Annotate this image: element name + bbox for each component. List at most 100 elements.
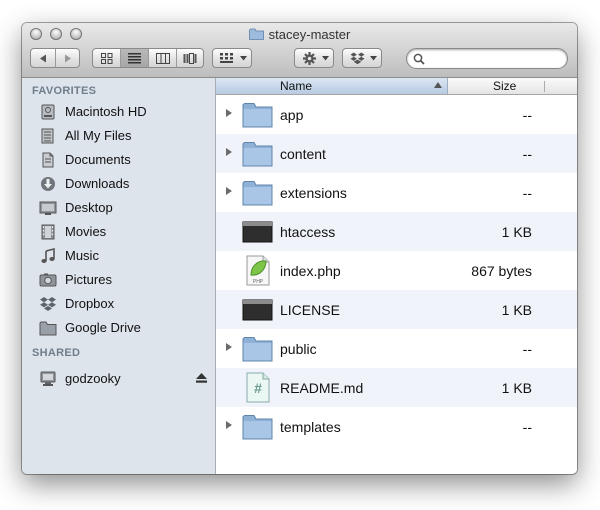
- sidebar-item-label: Macintosh HD: [65, 104, 147, 119]
- file-name: README.md: [280, 380, 364, 396]
- music-icon: [41, 248, 55, 263]
- documents-icon: [42, 152, 54, 168]
- file-row-app[interactable]: app --: [216, 95, 577, 134]
- file-size: 1 KB: [501, 380, 532, 396]
- folder-icon: [242, 415, 273, 440]
- sidebar-item-google-drive[interactable]: Google Drive: [22, 317, 215, 339]
- sidebar-item-macintosh-hd[interactable]: Macintosh HD: [22, 101, 215, 123]
- movies-icon: [41, 224, 55, 240]
- folder-icon: [242, 181, 273, 206]
- sidebar-item-desktop[interactable]: Desktop: [22, 197, 215, 219]
- window-title: stacey-master: [268, 27, 351, 43]
- size-column-header[interactable]: Size: [493, 79, 516, 93]
- disclosure-triangle[interactable]: [226, 187, 232, 195]
- chevron-down-icon: [240, 56, 247, 61]
- file-list: Name Size app -- content -- extensions -…: [216, 78, 577, 474]
- sidebar-item-label: Movies: [65, 224, 107, 239]
- sidebar-item-label: Dropbox: [65, 296, 115, 311]
- computer-icon: [40, 371, 56, 386]
- search-icon: [413, 53, 425, 65]
- file-row-public[interactable]: public --: [216, 329, 577, 368]
- file-row-htaccess[interactable]: htaccess 1 KB: [216, 212, 577, 251]
- arrange-button[interactable]: [212, 48, 252, 68]
- list-view-button[interactable]: [121, 49, 149, 67]
- icon-view-icon: [100, 52, 112, 64]
- chevron-down-icon: [322, 56, 329, 61]
- folder-icon: [39, 321, 57, 336]
- arrange-grid-icon: [220, 53, 233, 63]
- downloads-icon: [41, 177, 55, 191]
- back-button[interactable]: [31, 49, 56, 67]
- executable-file-icon: [242, 221, 273, 243]
- icon-view-button[interactable]: [93, 49, 121, 67]
- view-mode-control: [92, 48, 204, 68]
- sidebar-item-godzooky[interactable]: godzooky: [22, 368, 215, 390]
- sidebar: FAVORITES Macintosh HD All My Files Docu…: [22, 78, 216, 474]
- sidebar-item-downloads[interactable]: Downloads: [22, 173, 215, 195]
- sidebar-item-music[interactable]: Music: [22, 245, 215, 267]
- sidebar-item-label: Desktop: [65, 200, 113, 215]
- file-size: --: [522, 107, 532, 123]
- file-name: app: [280, 107, 304, 123]
- file-row-templates[interactable]: templates --: [216, 407, 577, 446]
- disclosure-triangle[interactable]: [226, 343, 232, 351]
- file-name: public: [280, 341, 317, 357]
- folder-icon: [242, 337, 273, 362]
- file-size: 867 bytes: [471, 263, 532, 279]
- sidebar-item-all-my-files[interactable]: All My Files: [22, 125, 215, 147]
- file-name: templates: [280, 419, 341, 435]
- toolbar: stacey-master: [22, 23, 577, 78]
- sidebar-item-documents[interactable]: Documents: [22, 149, 215, 171]
- folder-icon: [242, 103, 273, 128]
- dropbox-menu-button[interactable]: [342, 48, 382, 68]
- hard-drive-icon: [41, 104, 55, 120]
- sidebar-item-label: Google Drive: [65, 320, 141, 335]
- action-menu-button[interactable]: [294, 48, 334, 68]
- file-size: --: [522, 341, 532, 357]
- back-arrow-icon: [40, 54, 46, 62]
- file-name: index.php: [280, 263, 341, 279]
- sidebar-item-label: Documents: [65, 152, 131, 167]
- all-files-icon: [41, 128, 54, 144]
- file-size: --: [522, 146, 532, 162]
- sidebar-item-label: Pictures: [65, 272, 112, 287]
- file-row-index-php[interactable]: PHP index.php 867 bytes: [216, 251, 577, 290]
- finder-window: stacey-master FAVORITES Macintosh HD All…: [22, 23, 577, 474]
- sort-ascending-icon: [434, 82, 442, 88]
- favorites-heading: FAVORITES: [32, 85, 97, 97]
- cover-flow-button[interactable]: [177, 49, 204, 67]
- disclosure-triangle[interactable]: [226, 109, 232, 117]
- forward-arrow-icon: [65, 54, 71, 62]
- search-input[interactable]: [429, 51, 567, 68]
- column-divider: [544, 81, 545, 92]
- svg-text:PHP: PHP: [253, 279, 264, 285]
- folder-icon: [242, 142, 273, 167]
- shared-heading: SHARED: [32, 347, 81, 359]
- sidebar-item-dropbox[interactable]: Dropbox: [22, 293, 215, 315]
- list-view-icon: [128, 52, 141, 63]
- eject-icon[interactable]: [196, 373, 207, 383]
- disclosure-triangle[interactable]: [226, 421, 232, 429]
- file-row-content[interactable]: content --: [216, 134, 577, 173]
- sidebar-item-pictures[interactable]: Pictures: [22, 269, 215, 291]
- chevron-down-icon: [370, 56, 377, 61]
- file-name: htaccess: [280, 224, 336, 240]
- window-title-bar: stacey-master: [22, 26, 577, 44]
- file-row-license[interactable]: LICENSE 1 KB: [216, 290, 577, 329]
- sidebar-item-label: Music: [65, 248, 99, 263]
- column-view-button[interactable]: [149, 49, 177, 67]
- sidebar-item-movies[interactable]: Movies: [22, 221, 215, 243]
- pictures-icon: [39, 273, 57, 287]
- disclosure-triangle[interactable]: [226, 148, 232, 156]
- forward-button[interactable]: [56, 49, 80, 67]
- search-field[interactable]: [406, 48, 568, 69]
- file-size: --: [522, 185, 532, 201]
- desktop-icon: [39, 201, 57, 215]
- file-row-readme-md[interactable]: # README.md 1 KB: [216, 368, 577, 407]
- sidebar-item-label: godzooky: [65, 371, 121, 386]
- file-row-extensions[interactable]: extensions --: [216, 173, 577, 212]
- name-column-header[interactable]: Name: [216, 78, 448, 94]
- dropbox-icon: [350, 52, 365, 65]
- title-folder-icon: [248, 28, 264, 40]
- file-size: 1 KB: [501, 224, 532, 240]
